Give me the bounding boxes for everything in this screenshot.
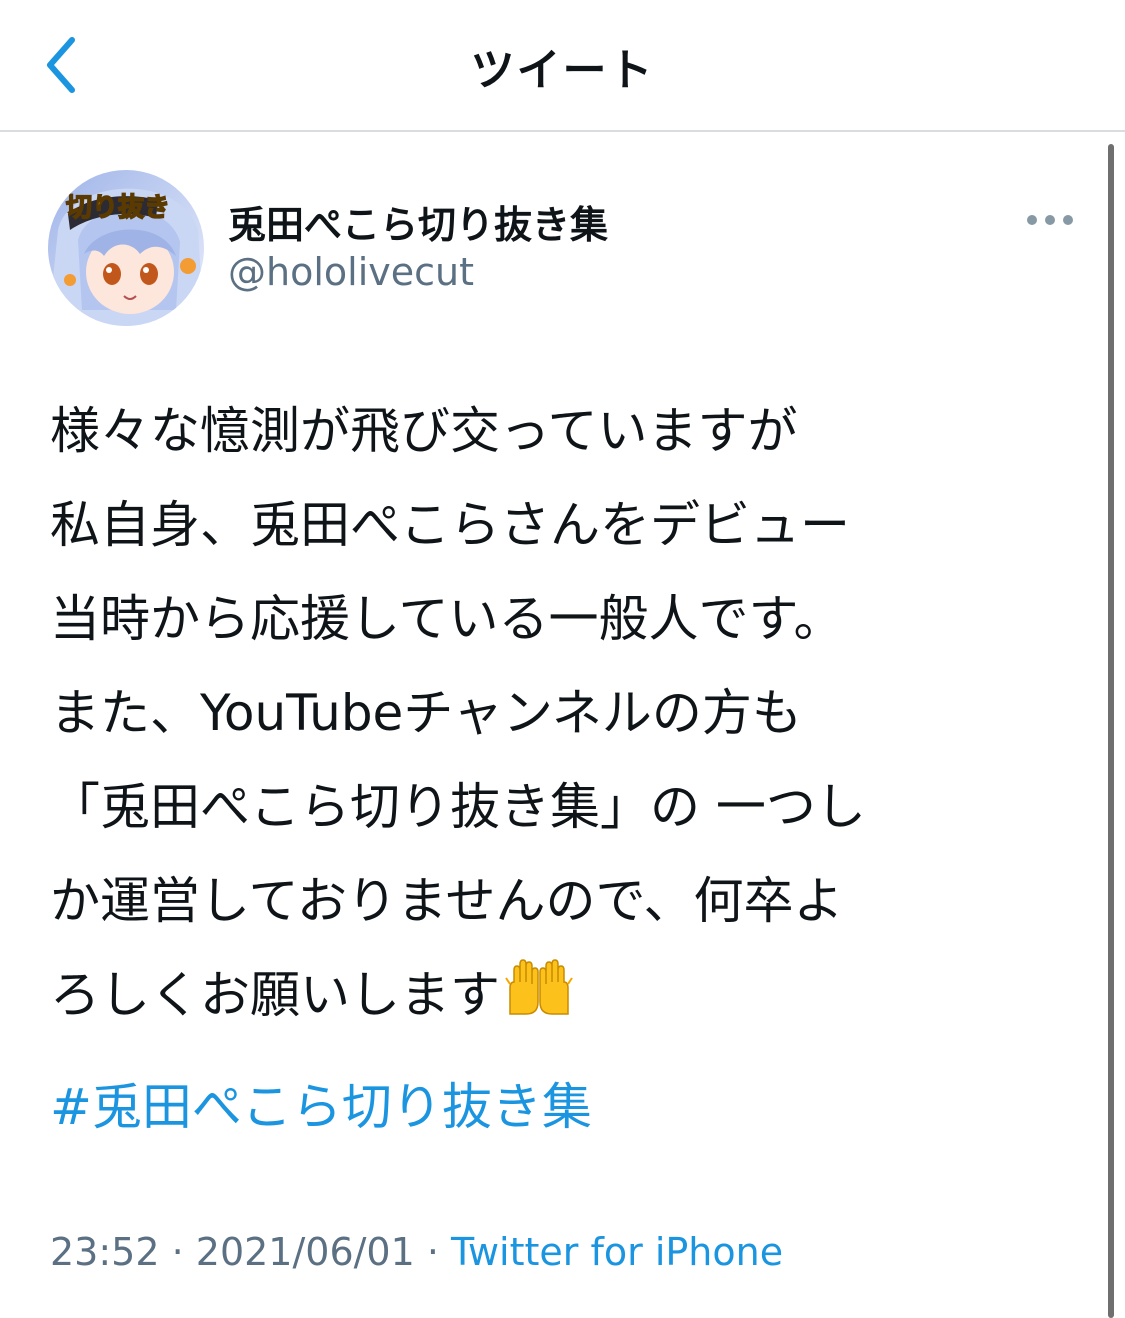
more-button[interactable]	[1022, 202, 1078, 238]
tweet-text-line: 私自身、兎田ぺこらさんをデビュー	[50, 496, 850, 554]
tweet-meta: 23:52 · 2021/06/01 · Twitter for iPhone	[50, 1230, 783, 1274]
tweet-text-line: か運営しておりませんので、何卒よ	[50, 872, 844, 930]
tweet-text-line: ろしくお願いします	[50, 966, 500, 1024]
meta-separator: ·	[159, 1230, 196, 1274]
tweet-text-last-line: ろしくお願いします	[50, 948, 1060, 1048]
tweet-date: 2021/06/01	[195, 1230, 415, 1274]
meta-separator: ·	[414, 1230, 452, 1274]
tweet-time: 23:52	[50, 1230, 160, 1274]
avatar[interactable]: 切り抜き	[48, 170, 204, 326]
tweet-text: 様々な憶測が飛び交っていますが 私自身、兎田ぺこらさんをデビュー 当時から応援し…	[50, 384, 1060, 1048]
tweet-text-line: また、YouTubeチャンネルの方も	[50, 684, 802, 742]
navigation-bar: ツイート	[0, 0, 1125, 132]
tweet-text-line: 当時から応援している一般人です。	[50, 590, 844, 648]
scrollbar[interactable]	[1108, 144, 1114, 1318]
avatar-image: 切り抜き	[48, 170, 204, 326]
avatar-label: 切り抜き	[66, 193, 170, 223]
more-dots-icon	[1027, 215, 1073, 225]
tweet-source-link[interactable]: Twitter for iPhone	[451, 1230, 783, 1274]
raising-hands-icon	[504, 954, 574, 1048]
hashtag-link[interactable]: #兎田ぺこら切り抜き集	[50, 1067, 592, 1139]
handle[interactable]: @hololivecut	[228, 250, 474, 294]
display-name[interactable]: 兎田ぺこら切り抜き集	[228, 194, 608, 249]
page-title: ツイート	[470, 45, 655, 96]
tweet-detail: 切り抜き 兎田ぺこら切り抜き集 @hololivecut 様々な憶測が飛び交って…	[0, 132, 1125, 1318]
tweet-text-line: 「兎田ぺこら切り抜き集」の 一つし	[50, 778, 866, 836]
tweet-text-line: 様々な憶測が飛び交っていますが	[50, 402, 798, 460]
